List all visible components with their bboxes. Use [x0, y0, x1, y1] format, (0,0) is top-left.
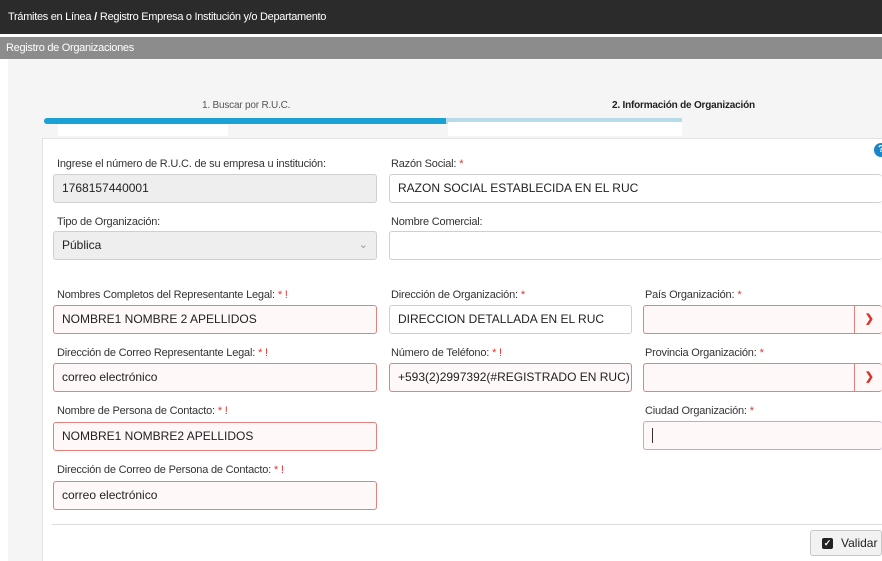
pais-label-text: País Organización: — [645, 289, 735, 301]
telefono-label-text: Número de Teléfono: — [391, 347, 490, 359]
razon-social-input[interactable]: RAZON SOCIAL ESTABLECIDA EN EL RUC — [389, 174, 882, 203]
chevron-down-icon: ❯ — [864, 371, 874, 383]
tipo-organizacion-select[interactable]: Pública ⌄ — [53, 231, 377, 260]
contacto-label: Nombre de Persona de Contacto: * ! — [57, 405, 228, 417]
wizard-step-2[interactable]: 2. Información de Organización — [612, 100, 755, 111]
required-marker: * — [459, 158, 464, 170]
provincia-select[interactable]: ❯ — [643, 363, 882, 392]
representante-input[interactable]: NOMBRE1 NOMBRE 2 APELLIDOS — [53, 305, 377, 334]
provincia-label: Provincia Organización: * — [645, 347, 764, 359]
required-marker: * ! — [258, 347, 268, 359]
correo-contacto-label-text: Dirección de Correo de Persona de Contac… — [57, 464, 271, 476]
tipo-organizacion-label: Tipo de Organización: — [57, 216, 161, 228]
required-marker: * — [749, 405, 754, 417]
direccion-organizacion-input[interactable]: DIRECCION DETALLADA EN EL RUC — [389, 305, 632, 334]
contacto-value: NOMBRE1 NOMBRE2 APELLIDOS — [62, 429, 254, 443]
breadcrumb-item-tramites[interactable]: Trámites en Línea — [8, 11, 91, 23]
required-marker: * — [759, 347, 764, 359]
representante-label-text: Nombres Completos del Representante Lega… — [57, 289, 275, 301]
contacto-label-text: Nombre de Persona de Contacto: — [57, 405, 215, 417]
select-divider — [854, 364, 855, 391]
required-marker: * — [520, 289, 525, 301]
ciudad-label: Ciudad Organización: * — [645, 405, 754, 417]
nombre-comercial-input[interactable] — [389, 231, 882, 260]
tipo-organizacion-value: Pública — [62, 238, 102, 252]
correo-contacto-label: Dirección de Correo de Persona de Contac… — [57, 464, 284, 476]
validar-button[interactable]: ✓ Validar — [810, 530, 882, 556]
question-circle-icon[interactable]: ? — [874, 143, 882, 157]
correo-contacto-value: correo electrónico — [62, 488, 158, 502]
chevron-down-icon: ⌄ — [358, 239, 368, 251]
ruc-label: Ingrese el número de R.U.C. de su empres… — [57, 158, 326, 170]
correo-representante-label-text: Dirección de Correo Representante Legal: — [57, 347, 256, 359]
razon-social-label: Razón Social: * — [391, 158, 464, 170]
direccion-organizacion-label: Dirección de Organización: * — [391, 289, 525, 301]
nombre-comercial-label: Nombre Comercial: — [391, 216, 483, 228]
progress-mask — [448, 122, 682, 136]
required-marker: * ! — [492, 347, 502, 359]
chevron-down-icon: ❯ — [864, 313, 874, 325]
telefono-input[interactable]: +593(2)2997392(#REGISTRADO EN RUC) — [389, 363, 632, 392]
section-header: Registro de Organizaciones — [0, 37, 882, 59]
required-marker: * ! — [217, 405, 228, 417]
text-cursor — [652, 428, 653, 443]
breadcrumb-separator: / — [94, 11, 97, 23]
direccion-organizacion-label-text: Dirección de Organización: — [391, 289, 518, 301]
top-bar: Trámites en Línea / Registro Empresa o Ins… — [0, 0, 882, 34]
form-divider — [52, 524, 882, 525]
pais-select[interactable]: ❯ — [643, 305, 882, 334]
validar-label: Validar — [841, 536, 878, 550]
representante-label: Nombres Completos del Representante Lega… — [57, 289, 288, 301]
representante-value: NOMBRE1 NOMBRE 2 APELLIDOS — [62, 312, 257, 326]
razon-social-value: RAZON SOCIAL ESTABLECIDA EN EL RUC — [398, 181, 639, 195]
direccion-organizacion-value: DIRECCION DETALLADA EN EL RUC — [398, 312, 605, 326]
contacto-input[interactable]: NOMBRE1 NOMBRE2 APELLIDOS — [53, 422, 377, 451]
breadcrumb: Trámites en Línea / Registro Empresa o Ins… — [8, 11, 326, 23]
ruc-input: 1768157440001 — [53, 174, 377, 203]
razon-social-label-text: Razón Social: — [391, 158, 457, 170]
telefono-value: +593(2)2997392(#REGISTRADO EN RUC) — [398, 370, 630, 384]
pais-label: País Organización: * — [645, 289, 742, 301]
required-marker: * — [737, 289, 742, 301]
progress-mask — [58, 124, 228, 136]
correo-representante-value: correo electrónico — [62, 370, 158, 384]
section-title: Registro de Organizaciones — [6, 42, 134, 54]
required-marker: * ! — [273, 464, 284, 476]
ciudad-input[interactable] — [643, 421, 882, 450]
correo-representante-input[interactable]: correo electrónico — [53, 363, 377, 392]
select-divider — [854, 306, 855, 333]
telefono-label: Número de Teléfono: * ! — [391, 347, 502, 359]
correo-representante-label: Dirección de Correo Representante Legal:… — [57, 347, 268, 359]
ciudad-label-text: Ciudad Organización: — [645, 405, 747, 417]
wizard-step-1[interactable]: 1. Buscar por R.U.C. — [202, 100, 290, 111]
check-square-icon: ✓ — [822, 538, 833, 549]
provincia-label-text: Provincia Organización: — [645, 347, 757, 359]
ruc-value: 1768157440001 — [62, 181, 149, 195]
breadcrumb-item-registro: Registro Empresa o Institución y/o Depar… — [99, 11, 327, 23]
required-marker: * ! — [277, 289, 288, 301]
correo-contacto-input[interactable]: correo electrónico — [53, 481, 377, 510]
